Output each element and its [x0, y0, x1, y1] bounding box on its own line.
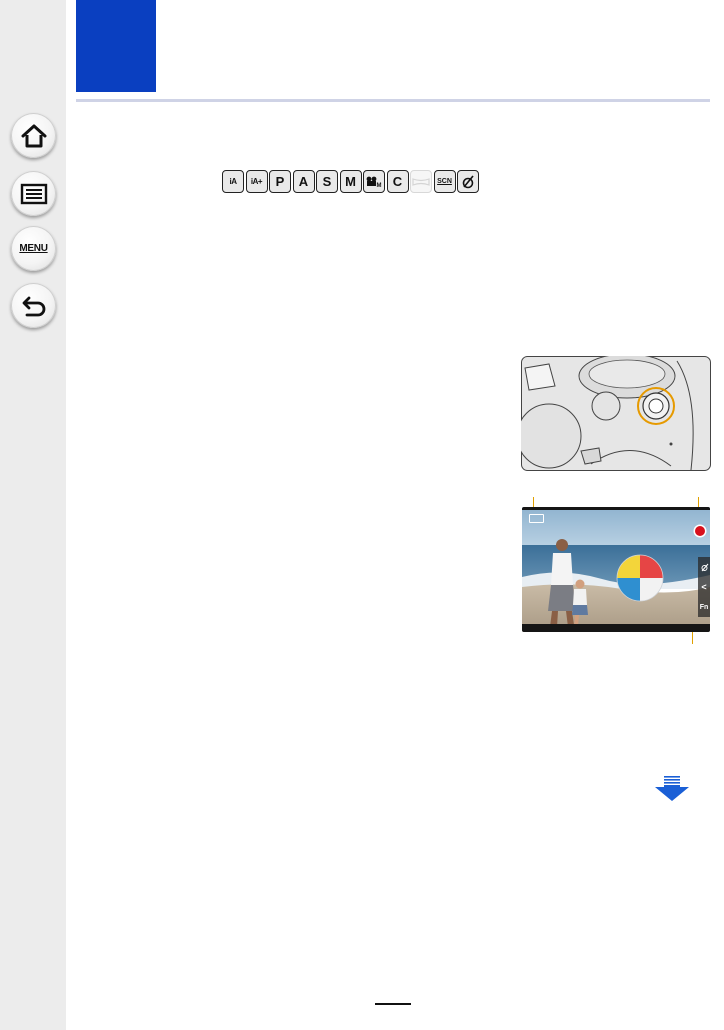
- beach-photo: [522, 507, 710, 632]
- mode-creative-control-icon: [457, 170, 479, 193]
- mode-program-icon: P: [269, 170, 291, 193]
- screen-top-bar: [522, 507, 710, 510]
- panorama-icon: [412, 177, 430, 186]
- mode-creative-video-icon: M: [363, 170, 385, 193]
- recording-screen-illustration: < Fn: [522, 507, 710, 632]
- screen-bottom-bar: [522, 624, 710, 632]
- chapter-marker: [76, 0, 156, 92]
- touch-tab-expand[interactable]: <: [698, 577, 710, 597]
- mode-aperture-icon: A: [292, 170, 315, 193]
- header-divider: [76, 99, 710, 102]
- creative-control-small-icon: [701, 563, 708, 571]
- back-icon: [22, 296, 45, 316]
- menu-label: MENU: [19, 243, 48, 254]
- touch-tab-fn[interactable]: Fn: [698, 597, 710, 617]
- home-button[interactable]: [11, 113, 56, 158]
- recording-indicator-icon: [695, 526, 705, 536]
- touch-tab-creative-control[interactable]: [698, 557, 710, 577]
- sidebar: MENU: [0, 0, 66, 1030]
- mode-manual-icon: M: [339, 170, 362, 193]
- table-of-contents-button[interactable]: [11, 171, 56, 216]
- arrow-down-icon[interactable]: [654, 776, 690, 802]
- mode-panorama-icon-disabled: [410, 170, 432, 193]
- menu-button[interactable]: MENU: [11, 226, 56, 271]
- home-icon: [21, 124, 46, 147]
- page-number-underline: [375, 1003, 411, 1005]
- camera-motion-picture-button-illustration: [521, 356, 711, 471]
- back-button[interactable]: [11, 283, 56, 328]
- mode-intelligent-auto-plus-icon: iA+: [245, 170, 268, 193]
- video-mode-icon: [529, 514, 544, 523]
- table-of-contents-icon: [20, 183, 47, 204]
- mode-shutter-icon: S: [316, 170, 338, 193]
- applicable-modes: iA iA+ P A S M M C SCN: [222, 170, 479, 194]
- svg-text:M: M: [377, 183, 382, 189]
- movie-camera-icon: M: [366, 176, 382, 189]
- creative-control-icon: [462, 174, 474, 188]
- mode-custom-icon: C: [386, 170, 409, 193]
- mode-intelligent-auto-icon: iA: [222, 170, 244, 193]
- mode-scene-guide-icon: SCN: [433, 170, 456, 193]
